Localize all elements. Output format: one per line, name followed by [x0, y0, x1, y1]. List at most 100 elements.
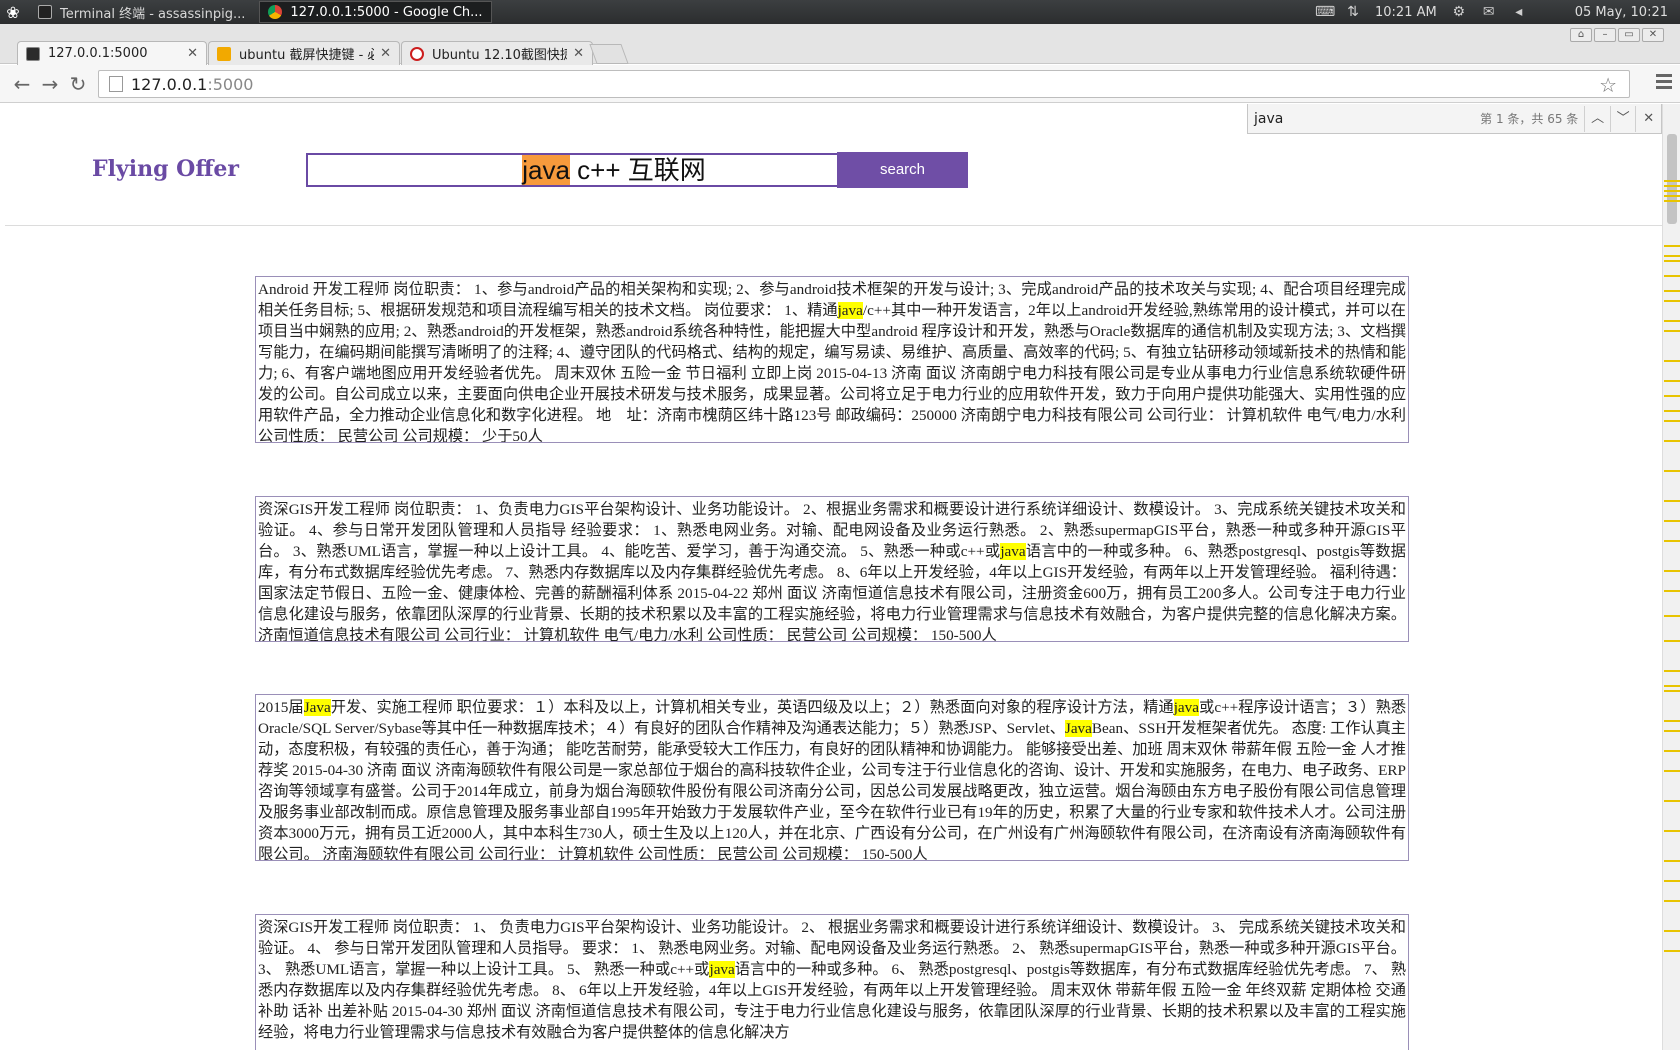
- close-window-button[interactable]: ✕: [1642, 28, 1664, 42]
- site-logo[interactable]: Flying Offer: [92, 156, 239, 182]
- tab-localhost[interactable]: 127.0.0.1:5000 ✕: [17, 41, 207, 65]
- result-text: 2015届: [258, 699, 304, 716]
- find-match-marker: [1664, 180, 1680, 182]
- find-input[interactable]: java: [1254, 108, 1470, 130]
- result-text: /c++其中一种开发语言，2年以上android开发经验,熟练常用的设计模式，并…: [258, 302, 1406, 443]
- app-menu-icon[interactable]: ❀: [2, 1, 24, 23]
- taskbar-item-label: Terminal 终端 - assassinpig...: [60, 6, 246, 22]
- bing-icon: [217, 46, 231, 61]
- bookmark-star-icon[interactable]: ☆: [1599, 73, 1617, 97]
- find-match-marker: [1664, 800, 1680, 802]
- settings-gear-icon[interactable]: ⚙: [1451, 4, 1467, 20]
- find-match-marker: [1664, 640, 1680, 642]
- page-icon: [109, 76, 123, 92]
- find-match-marker: [1664, 880, 1680, 882]
- tab-bing[interactable]: ubuntu 截屏快捷键 - 必 ✕: [208, 41, 400, 65]
- find-match-marker: [1664, 275, 1680, 277]
- find-highlight: Java: [303, 699, 331, 716]
- find-match-marker: [1664, 750, 1680, 752]
- close-tab-icon[interactable]: ✕: [573, 46, 584, 61]
- page-icon: [26, 46, 40, 61]
- close-tab-icon[interactable]: ✕: [187, 46, 198, 61]
- job-result-card[interactable]: 资深GIS开发工程师 岗位职责： 1、负责电力GIS平台架构设计、业务功能设计。…: [255, 496, 1409, 642]
- reload-icon[interactable]: ↻: [66, 72, 90, 96]
- find-match-count: 第 1 条，共 65 条: [1480, 112, 1579, 126]
- find-next-button[interactable]: ﹀: [1609, 105, 1636, 132]
- find-match-marker: [1664, 195, 1680, 197]
- find-match-marker: [1664, 200, 1680, 202]
- address-bar[interactable]: 127.0.0.1 :5000 ☆: [98, 70, 1630, 98]
- baidu-icon: [410, 46, 424, 61]
- find-match-marker: [1664, 420, 1680, 422]
- date-time[interactable]: 05 May, 10:21: [1575, 5, 1668, 20]
- forward-arrow-icon[interactable]: →: [38, 72, 62, 96]
- find-match-marker: [1664, 255, 1680, 257]
- volume-icon[interactable]: ◂: [1511, 4, 1527, 20]
- find-highlight: java: [709, 961, 735, 978]
- mail-icon[interactable]: ✉: [1481, 4, 1497, 20]
- search-input[interactable]: java c++ 互联网: [306, 153, 842, 187]
- taskbar-item-terminal[interactable]: Terminal 终端 - assassinpig...: [30, 1, 253, 23]
- find-match-marker: [1664, 900, 1680, 902]
- taskbar-item-label: 127.0.0.1:5000 - Google Ch...: [290, 4, 483, 20]
- find-match-marker: [1664, 720, 1680, 722]
- tab-baidu[interactable]: Ubuntu 12.10截图快捷键 ✕: [401, 41, 593, 65]
- find-match-marker: [1664, 380, 1680, 382]
- find-close-button[interactable]: ✕: [1635, 105, 1661, 132]
- clock[interactable]: 10:21 AM: [1375, 5, 1437, 20]
- vertical-scrollbar[interactable]: [1662, 104, 1680, 1050]
- find-highlight: java: [1000, 543, 1026, 560]
- find-match-marker: [1664, 570, 1680, 572]
- find-match-marker: [1664, 860, 1680, 862]
- network-icon[interactable]: ⇅: [1345, 4, 1361, 20]
- url-port: :5000: [207, 74, 254, 94]
- find-highlight-current: java: [522, 155, 570, 185]
- find-match-marker: [1664, 440, 1680, 442]
- keyboard-icon[interactable]: ⌨: [1315, 4, 1335, 20]
- search-button[interactable]: search: [837, 152, 968, 188]
- taskbar-item-chrome[interactable]: 127.0.0.1:5000 - Google Ch...: [259, 1, 492, 23]
- search-input-text: c++ 互联网: [569, 155, 706, 185]
- find-highlight: Java: [1064, 720, 1092, 737]
- result-text: Bean、SSH开发框架者优先。 态度: 工作认真主动，态度积极，有较强的责任心…: [258, 720, 1406, 861]
- scrollbar-thumb[interactable]: [1667, 134, 1677, 224]
- page-viewport: Flying Offer java c++ 互联网 search java 第 …: [0, 104, 1662, 1050]
- find-match-marker: [1664, 830, 1680, 832]
- back-arrow-icon[interactable]: ←: [10, 72, 34, 96]
- profile-icon[interactable]: ⌂: [1570, 28, 1592, 42]
- find-match-marker: [1664, 685, 1680, 687]
- window-controls: ⌂ – ▭ ✕: [1570, 28, 1664, 42]
- find-match-marker: [1664, 190, 1680, 192]
- browser-tab-strip: 127.0.0.1:5000 ✕ ubuntu 截屏快捷键 - 必 ✕ Ubun…: [0, 24, 1680, 65]
- chrome-menu-icon[interactable]: [1656, 74, 1672, 92]
- find-match-marker: [1664, 730, 1680, 732]
- result-text: 开发、实施工程师 职位要求：１）本科及以上，计算机相关专业，英语四级及以上；２）…: [330, 699, 1174, 716]
- find-match-marker: [1664, 950, 1680, 952]
- maximize-button[interactable]: ▭: [1618, 28, 1640, 42]
- find-match-marker: [1664, 470, 1680, 472]
- close-tab-icon[interactable]: ✕: [380, 46, 391, 61]
- find-match-marker: [1664, 290, 1680, 292]
- job-result-card[interactable]: 2015届Java开发、实施工程师 职位要求：１）本科及以上，计算机相关专业，英…: [255, 694, 1409, 861]
- find-match-marker: [1664, 930, 1680, 932]
- find-match-marker: [1664, 770, 1680, 772]
- chrome-icon: [268, 5, 283, 19]
- find-match-marker: [1664, 410, 1680, 412]
- job-result-card[interactable]: 资深GIS开发工程师 岗位职责： 1、 负责电力GIS平台架构设计、业务功能设计…: [255, 914, 1409, 1050]
- find-match-marker: [1664, 185, 1680, 187]
- find-match-marker: [1664, 260, 1680, 262]
- job-result-card[interactable]: Android 开发工程师 岗位职责： 1、参与android产品的相关架构和实…: [255, 276, 1409, 443]
- terminal-icon: [38, 5, 52, 19]
- find-match-marker: [1664, 360, 1680, 362]
- tab-label: ubuntu 截屏快捷键 - 必: [239, 48, 375, 63]
- browser-toolbar: ← → ↻ 127.0.0.1 :5000 ☆: [0, 65, 1680, 103]
- find-previous-button[interactable]: ︿: [1584, 105, 1610, 132]
- find-match-marker: [1664, 615, 1680, 617]
- find-in-page-bar: java 第 1 条，共 65 条 ︿ ﹀ ✕: [1247, 104, 1662, 134]
- minimize-button[interactable]: –: [1594, 28, 1616, 42]
- new-tab-button[interactable]: [589, 44, 629, 64]
- find-highlight: java: [1173, 699, 1199, 716]
- find-match-marker: [1664, 540, 1680, 542]
- find-match-marker: [1664, 690, 1680, 692]
- tab-label: 127.0.0.1:5000: [48, 46, 148, 61]
